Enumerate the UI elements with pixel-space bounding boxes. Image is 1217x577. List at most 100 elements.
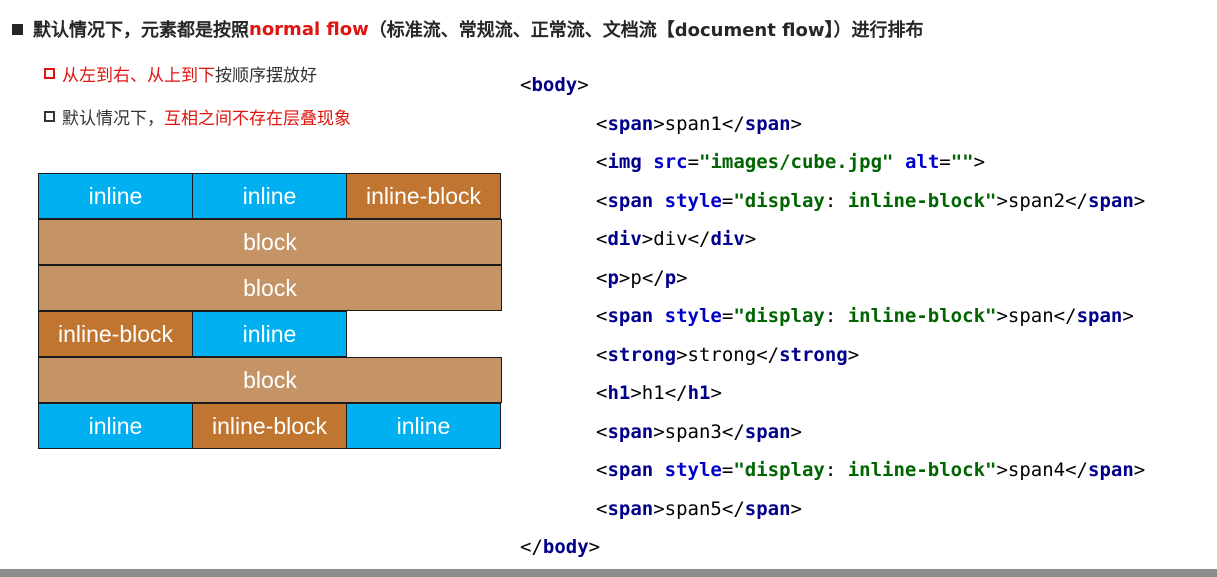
code-token: > [790,420,802,443]
code-token: > [1133,189,1146,212]
code-tag-name: span [607,189,654,212]
code-token: </ [756,343,780,366]
point-no-overlap: 默认情况下， 互相之间不存在层叠现象 [44,104,351,129]
code-content: span2 [1007,189,1066,212]
diagram-cell-inline-block: inline-block [192,403,347,449]
code-line: <p>p</p> [520,259,1145,298]
slide: 默认情况下，元素都是按照 normal flow （标准流、常规流、正常流、文档… [0,0,1217,577]
diagram-cell-inline: inline [192,173,347,219]
code-tag-name: img [607,151,642,173]
diagram-row: inline-block inline [38,311,502,357]
code-token: < [596,343,608,366]
code-attr-value: "" [950,151,974,173]
code-tag-name: div [607,228,642,250]
code-token: > [710,382,722,404]
code-token: < [596,266,608,289]
diagram-cell-block: block [38,357,502,403]
heading-highlight: normal flow [249,18,369,40]
code-tag-name: span [744,497,791,520]
point-order-rest: 按顺序摆放好 [215,65,317,86]
code-token: = [721,189,734,212]
code-attr-name: alt [904,151,940,173]
code-token: > [790,497,802,520]
code-tag-name: h1 [607,382,631,404]
diagram-cell-block: block [38,265,502,311]
diagram-cell-inline-block: inline-block [346,173,501,219]
code-tag-name: span [1076,305,1123,327]
code-tag-name: p [664,266,677,289]
code-token: > [847,343,860,366]
code-token: > [630,382,642,404]
code-attr-value: inline-block" [847,305,997,327]
code-token: < [520,74,532,96]
code-token: </ [1065,189,1088,212]
code-token: < [596,112,608,135]
code-token: > [996,189,1008,212]
code-attr-value: "display [733,305,825,327]
code-token: </ [1053,305,1077,327]
code-content: span1 [664,112,722,135]
code-line: </body> [520,528,1145,567]
code-tag-name: span [607,459,654,481]
code-tag-name: div [710,228,745,250]
diagram-cell-inline-block: inline-block [38,311,193,357]
diagram-row: inline inline inline-block [38,173,502,219]
code-token: > [577,74,589,96]
heading-prefix: 默认情况下，元素都是按照 [33,20,249,41]
code-tag-name: span [607,497,654,520]
code-content: strong [687,343,757,366]
code-line: <span style="display: inline-block">span… [520,297,1145,336]
code-token: : [824,305,848,327]
point-no-overlap-prefix: 默认情况下， [62,108,164,129]
code-line: <body> [520,66,1145,105]
code-line: <span>span5</span> [520,490,1145,529]
html-code-sample: <body> <span>span1</span> <img src="images… [520,66,1145,567]
code-token: > [744,228,757,250]
code-token: > [1133,459,1146,481]
code-token: </ [1065,459,1088,481]
code-token: </ [664,382,688,404]
code-token: : [824,189,848,212]
code-line: <span>span1</span> [520,105,1145,144]
code-token: > [676,343,688,366]
code-token: > [641,228,654,250]
code-token: > [973,151,986,173]
code-token: : [824,459,848,481]
code-tag-name: body [531,74,578,96]
code-attr-value: "images/cube.jpg" [699,151,894,173]
code-token: < [596,228,608,250]
code-attr-value: "display [733,459,825,481]
code-tag-name: span [1088,459,1134,481]
code-line: <span style="display: inline-block">span… [520,182,1145,221]
slide-heading: 默认情况下，元素都是按照 normal flow （标准流、常规流、正常流、文档… [12,16,923,42]
diagram-row: block [38,357,502,403]
code-tag-name: span [607,112,654,135]
code-tag-name: body [542,536,589,558]
code-token: < [596,459,608,481]
code-token: = [721,459,734,481]
code-token: > [996,305,1008,327]
hollow-square-bullet-icon [44,110,55,122]
code-content: span [1007,305,1054,327]
code-content: h1 [641,382,665,404]
code-attr-name: style [664,189,722,212]
diagram-row: block [38,265,502,311]
code-tag-name: span [744,112,791,135]
code-line: <span>span3</span> [520,413,1145,452]
code-tag-name: strong [607,343,677,366]
diagram-cell-block: block [38,219,502,265]
code-tag-name: span [1088,189,1134,212]
code-token: = [721,305,734,327]
code-token: > [653,497,665,520]
code-token: </ [721,420,745,443]
diagram-cell-inline: inline [346,403,501,449]
code-tag-name: span [607,420,654,443]
heading-suffix: （标准流、常规流、正常流、文档流【document flow】）进行排布 [368,20,924,41]
bottom-divider [0,569,1217,577]
code-tag-name: p [607,266,619,289]
code-token: > [1122,305,1134,327]
